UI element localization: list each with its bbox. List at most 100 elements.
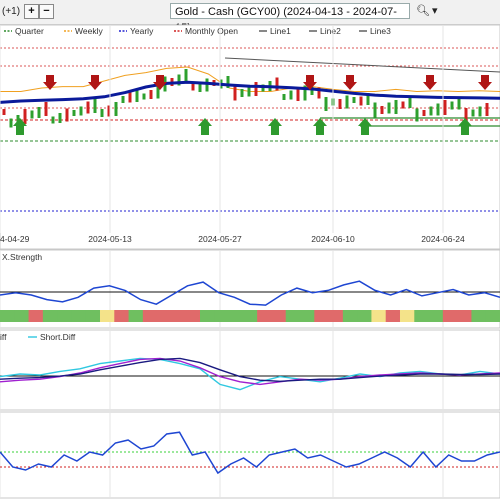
candle [79, 106, 83, 116]
strength-color-cell [428, 310, 444, 322]
strength-color-cell [314, 310, 330, 322]
candle [128, 92, 132, 103]
strength-color-cell [171, 310, 187, 322]
candle [100, 109, 104, 117]
candle [450, 101, 454, 110]
candle [121, 96, 125, 103]
strength-color-cell [57, 310, 72, 322]
chart-canvas: Quarter Weekly Yearly Monthly Open Line1 Line… [0, 24, 500, 499]
candle [65, 108, 69, 122]
strength-color-cell [28, 310, 44, 322]
strength-color-cell [200, 310, 215, 322]
candle [58, 113, 62, 123]
candle [359, 96, 363, 106]
strength-color-cell [300, 310, 315, 322]
candle [408, 98, 412, 108]
strength-color-cell [0, 310, 15, 322]
candle [401, 101, 405, 109]
strength-color-cell [400, 310, 415, 322]
x-tick-label: 2024-05-27 [198, 234, 242, 244]
candle [457, 98, 461, 110]
candle [23, 109, 27, 124]
candle [142, 93, 146, 100]
strength-color-cell [471, 310, 487, 322]
candle [471, 109, 475, 117]
candle [44, 102, 48, 116]
candle [289, 90, 293, 100]
strength-color-cell [257, 310, 272, 322]
candle [394, 100, 398, 114]
strength-color-cell [100, 310, 115, 322]
candle [443, 100, 447, 115]
candle [2, 109, 6, 115]
strength-color-cell [228, 310, 244, 322]
candle [9, 118, 13, 128]
strength-color-cell [142, 310, 158, 322]
candle [485, 103, 489, 116]
candle [324, 97, 328, 111]
x-tick-label: 4-04-29 [0, 234, 30, 244]
candle [296, 89, 300, 101]
strength-color-cell [42, 310, 58, 322]
legend-label: Monthly Open [185, 26, 238, 36]
candle [352, 97, 356, 103]
strength-color-cell [485, 310, 500, 322]
legend-label: Line3 [370, 26, 391, 36]
legend-label: Quarter [15, 26, 44, 36]
candle [345, 95, 349, 109]
x-tick-label: 2024-06-10 [311, 234, 355, 244]
legend-label: Line1 [270, 26, 291, 36]
x-tick-label: 2024-06-24 [421, 234, 465, 244]
strength-color-cell [357, 310, 372, 322]
candle [191, 83, 195, 91]
strength-color-cell [214, 310, 230, 322]
panel-title: iff [0, 332, 7, 342]
x-tick-label: 2024-05-13 [88, 234, 132, 244]
panel-title: X.Strength [2, 252, 42, 262]
strength-color-cell [14, 310, 30, 322]
strength-color-cell [185, 310, 201, 322]
candle [233, 85, 237, 101]
candle [282, 94, 286, 100]
candle [422, 110, 426, 116]
strength-color-cell [114, 310, 130, 322]
candle [72, 110, 76, 116]
candle [149, 90, 153, 99]
candle [338, 99, 342, 109]
candle [86, 101, 90, 114]
candle [205, 78, 209, 92]
candle [387, 102, 391, 114]
strength-color-cell [271, 310, 287, 322]
panel-title: Short.Diff [40, 332, 76, 342]
candle [436, 103, 440, 116]
legend-label: Yearly [130, 26, 154, 36]
strength-color-cell [157, 310, 172, 322]
legend-label: Line2 [320, 26, 341, 36]
candle [254, 82, 258, 96]
candle [415, 108, 419, 122]
strength-color-cell [385, 310, 401, 322]
candle [429, 106, 433, 116]
strength-color-cell [342, 310, 358, 322]
candle [30, 110, 34, 119]
price-panel [0, 24, 500, 250]
strength-color-cell [71, 310, 87, 322]
strength-color-cell [414, 310, 430, 322]
strength-color-cell [285, 310, 301, 322]
strength-color-cell [85, 310, 101, 322]
strength-color-cell [371, 310, 387, 322]
candle [93, 98, 97, 113]
strength-color-cell [442, 310, 458, 322]
strength-color-cell [457, 310, 472, 322]
candle [51, 116, 55, 124]
strength-color-cell [328, 310, 344, 322]
candle [240, 89, 244, 97]
legend-label: Weekly [75, 26, 103, 36]
candle [114, 102, 118, 116]
candle [373, 102, 377, 118]
candle [380, 106, 384, 114]
strength-color-cell [128, 310, 144, 322]
candle [37, 107, 41, 118]
candle [478, 106, 482, 117]
strength-color-cell [242, 310, 258, 322]
